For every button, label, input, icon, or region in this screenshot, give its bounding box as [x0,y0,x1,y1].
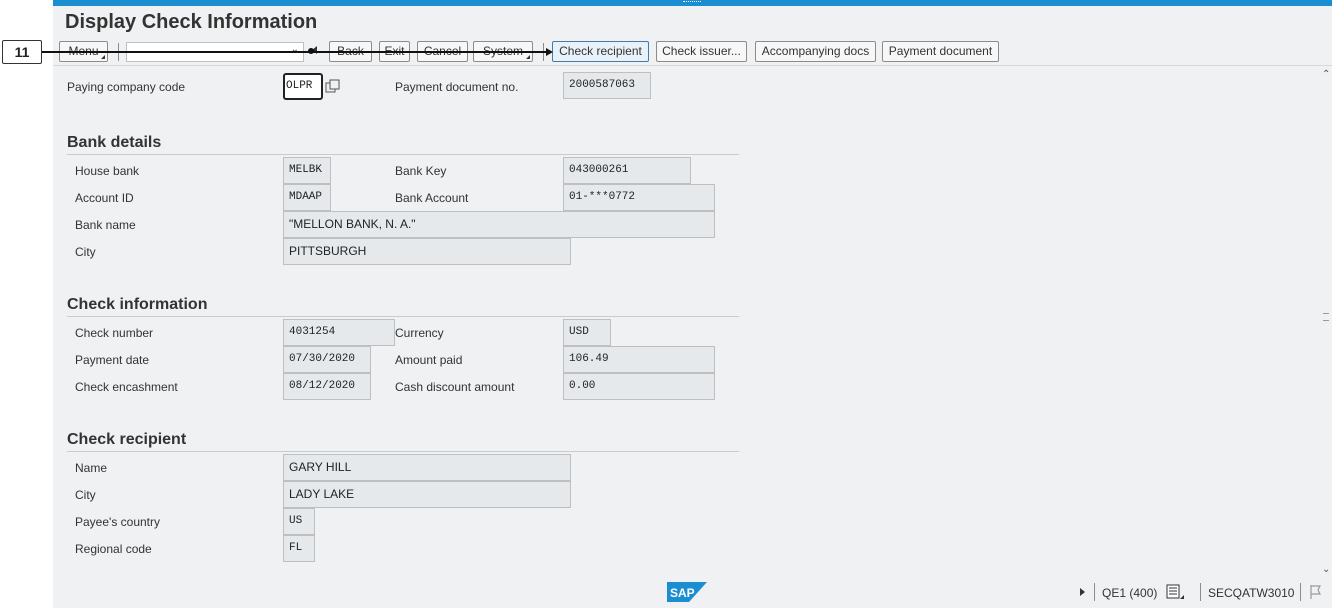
recipient-city-label: City [75,488,96,502]
bank-city-field: PITTSBURGH [283,238,571,265]
bank-name-field: "MELLON BANK, N. A." [283,211,715,238]
check-encashment-field: 08/12/2020 [283,373,371,400]
status-separator [1300,583,1301,601]
flag-icon[interactable] [1308,584,1324,600]
bank-name-label: Bank name [75,218,136,232]
payment-document-no-field: 2000587063 [563,72,651,99]
system-menu-icon[interactable] [1166,584,1186,600]
check-encashment-label: Check encashment [75,380,178,394]
check-recipient-button[interactable]: Check recipient [552,41,649,62]
check-recipient-heading: Check recipient [67,431,187,448]
callout-pointer-dot [308,48,314,54]
check-information-heading: Check information [67,296,208,313]
accompanying-docs-button[interactable]: Accompanying docs [755,41,876,62]
section-divider [67,154,739,155]
amount-paid-field: 106.49 [563,346,715,373]
recipient-name-field: GARY HILL [283,454,571,481]
section-divider [67,451,739,452]
currency-label: Currency [395,326,444,340]
chevron-down-icon[interactable]: ⌄ [291,44,299,55]
bank-details-heading: Bank details [67,134,162,151]
section-divider [67,316,739,317]
house-bank-label: House bank [75,164,140,178]
cash-discount-label: Cash discount amount [395,380,515,394]
account-id-field: MDAAP [283,184,331,211]
scroll-up-icon[interactable]: ⌃ [1322,69,1330,80]
title-bar: Display Check Information [53,6,1332,38]
payee-country-label: Payee's country [75,515,161,529]
payee-country-field: US [283,508,315,535]
dropdown-indicator-icon [526,55,530,59]
resize-grip[interactable] [683,1,701,4]
dropdown-indicator-icon [101,55,105,59]
status-separator [1200,583,1201,601]
sap-window: Display Check Information Menu ⌄ Back Ex… [53,0,1332,608]
vertical-scrollbar[interactable]: ⌃ ⌄ [1320,67,1332,577]
copy-icon[interactable] [325,79,341,93]
payment-document-button[interactable]: Payment document [882,41,999,62]
sap-logo: SAP [667,582,707,602]
payment-date-field: 07/30/2020 [283,346,371,373]
check-issuer-button[interactable]: Check issuer... [656,41,747,62]
bank-key-label: Bank Key [395,164,447,178]
cash-discount-field: 0.00 [563,373,715,400]
regional-code-field: FL [283,535,315,562]
page-title: Display Check Information [65,11,318,33]
payment-date-label: Payment date [75,353,150,367]
currency-field: USD [563,319,611,346]
recipient-name-label: Name [75,461,108,475]
check-number-field: 4031254 [283,319,395,346]
bank-account-label: Bank Account [395,191,469,205]
bank-key-field: 043000261 [563,157,691,184]
regional-code-label: Regional code [75,542,152,556]
check-number-label: Check number [75,326,154,340]
callout-pointer-line [42,51,547,53]
bank-city-label: City [75,245,96,259]
payment-document-no-label: Payment document no. [395,80,519,94]
sap-logo-text: SAP [670,586,695,600]
house-bank-field: MELBK [283,157,331,184]
recipient-city-field: LADY LAKE [283,481,571,508]
status-separator [1094,583,1095,601]
account-id-label: Account ID [75,191,134,205]
scrollbar-grip[interactable] [1323,313,1329,321]
server-info: SECQATW3010 [1208,586,1295,600]
step-callout: 11 [2,40,42,64]
paying-company-code-field[interactable]: OLPR [283,73,323,100]
main-content: Paying company code OLPR Payment documen… [53,67,1320,608]
paying-company-code-label: Paying company code [67,80,186,94]
callout-arrowhead-icon [546,48,553,56]
amount-paid-label: Amount paid [395,353,463,367]
expand-arrow-icon[interactable] [1080,588,1085,596]
bank-account-field: 01-***0772 [563,184,715,211]
system-info: QE1 (400) [1102,586,1158,600]
scroll-down-icon[interactable]: ⌄ [1322,564,1330,575]
status-bar: SAP QE1 (400) SECQATW3010 [53,577,1332,608]
